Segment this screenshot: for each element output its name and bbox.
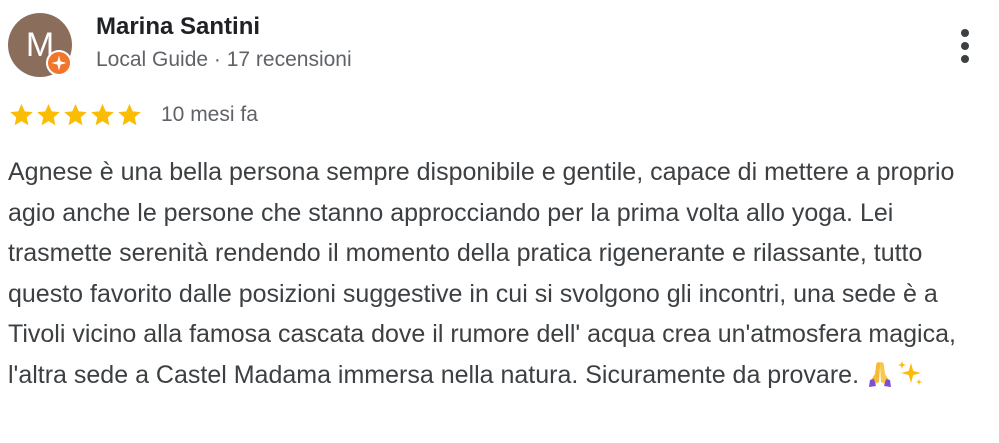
sparkles-emoji [895, 358, 925, 388]
review-card: M Marina Santini Local Guide · 17 recens… [0, 0, 999, 443]
star-rating [8, 102, 143, 128]
folded-hands-emoji [865, 358, 895, 388]
star-icon [37, 103, 60, 126]
more-vert-icon [961, 29, 969, 37]
more-vert-icon-dot [961, 42, 969, 50]
star-icon [64, 103, 87, 126]
local-guide-badge-icon [46, 50, 72, 76]
author-meta: Local Guide · 17 recensioni [96, 48, 352, 71]
star-icon [118, 103, 141, 126]
review-time: 10 mesi fa [161, 103, 258, 126]
review-text: Agnese è una bella persona sempre dispon… [8, 152, 988, 395]
star-icon [91, 103, 114, 126]
review-body: Agnese è una bella persona sempre dispon… [8, 158, 956, 389]
star-icon [10, 103, 33, 126]
more-vert-icon-dot [961, 55, 969, 63]
more-options-button[interactable] [952, 27, 978, 65]
author-name[interactable]: Marina Santini [96, 13, 260, 41]
